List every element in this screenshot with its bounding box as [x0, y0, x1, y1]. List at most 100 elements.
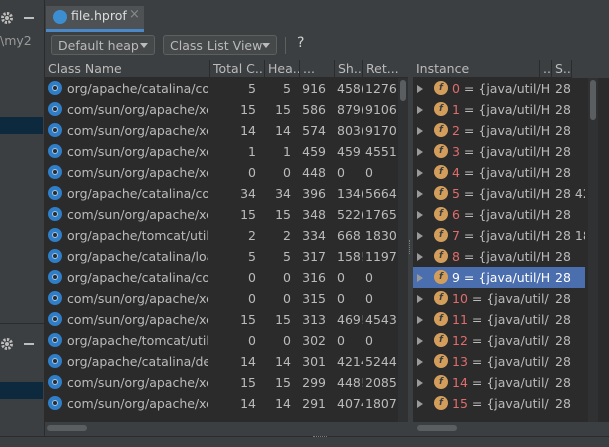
instance-row[interactable]: f 10 = {java/util/28 [413, 288, 585, 309]
table-row[interactable]: org/apache/catalina/dep 14 14 301 42145244 [45, 351, 398, 372]
expand-arrow-icon[interactable] [417, 295, 423, 303]
tab-file-hprof[interactable]: file.hprof × [46, 6, 144, 32]
scrollbar-thumb[interactable] [400, 80, 406, 101]
help-icon[interactable]: ? [297, 35, 304, 51]
table-row[interactable]: com/sun/org/apache/xer 14 14 291 40741807 [45, 393, 398, 414]
expand-arrow-icon[interactable] [417, 148, 423, 156]
instance-index: 5 [452, 186, 460, 201]
instance-row[interactable]: f 14 = {java/util/28 [413, 372, 585, 393]
table-cell: 15 [240, 312, 256, 327]
gear-icon[interactable] [0, 337, 14, 351]
table-row[interactable]: com/sun/org/apache/xer 15 15 586 879(9106 [45, 99, 398, 120]
expand-arrow-icon[interactable] [417, 358, 423, 366]
table-cell: org/apache/catalina/core [67, 186, 208, 201]
table-row[interactable]: org/apache/tomcat/util/r 0 0 302 0 0 [45, 330, 398, 351]
table-row[interactable]: com/sun/org/apache/xer 0 0 315 0 0 [45, 288, 398, 309]
instance-size: 28 42 [555, 186, 585, 201]
table-row[interactable]: com/sun/org/apache/xer 15 15 299 448! 2085 [45, 372, 398, 393]
column-shallow[interactable]: S... [552, 60, 572, 78]
table-cell: 0 [337, 165, 345, 180]
table-cell: org/apache/catalina/dep [67, 354, 208, 369]
table-row[interactable]: com/sun/org/apache/xer 14 14 574 803(9170 [45, 120, 398, 141]
instance-index: 13 [452, 354, 468, 369]
expand-arrow-icon[interactable] [417, 211, 423, 219]
instance-row[interactable]: f 15 = {java/util/28 [413, 393, 585, 414]
expand-arrow-icon[interactable] [417, 232, 423, 240]
instance-row[interactable]: f7 = {java/util/H 1(28 18 [413, 225, 585, 246]
table-cell: 5 [248, 81, 256, 96]
column-retained-size[interactable]: Ret... [363, 60, 412, 78]
table-row[interactable]: org/apache/catalina/core 5 5 916 458(1276 [45, 78, 398, 99]
table-cell: 0 [337, 291, 345, 306]
expand-arrow-icon[interactable] [417, 379, 423, 387]
column-total-count[interactable]: Total C... [210, 60, 265, 78]
table-cell: 291 [302, 396, 326, 411]
instance-name: 6 = {java/util/H [452, 204, 555, 225]
instance-row[interactable]: f0 = {java/util/H 28 [413, 78, 585, 99]
table-cell: 5664 [365, 186, 397, 201]
scrollbar-thumb[interactable] [590, 80, 596, 120]
view-select[interactable]: Class List View [163, 35, 277, 55]
instance-list-hscrollbar[interactable] [413, 422, 609, 434]
hide-icon[interactable] [24, 343, 34, 345]
selected-row[interactable] [0, 117, 43, 134]
column-class-name[interactable]: Class Name [45, 60, 210, 78]
table-row[interactable]: com/sun/org/apache/xer 0 0 448 0 0 [45, 162, 398, 183]
selected-row[interactable] [0, 382, 43, 399]
table-row[interactable]: com/sun/org/apache/xer 1 1 459 459 4551 [45, 141, 398, 162]
table-row[interactable]: org/apache/catalina/core 34 34 396 134(5664 [45, 183, 398, 204]
expand-arrow-icon[interactable] [417, 337, 423, 345]
expand-arrow-icon[interactable] [417, 85, 423, 93]
expand-arrow-icon[interactable] [417, 316, 423, 324]
table-cell: com/sun/org/apache/xer [67, 123, 208, 138]
scrollbar-thumb[interactable] [47, 425, 87, 431]
table-row[interactable]: org/apache/tomcat/util/r 2 2 334 668 1830 [45, 225, 398, 246]
instance-row[interactable]: f2 = {java/util/H 28 [413, 120, 585, 141]
instance-row[interactable]: f 13 = {java/util/28 [413, 351, 585, 372]
class-list-hscrollbar[interactable] [45, 422, 412, 434]
column-depth[interactable]: ... [540, 60, 552, 78]
instance-row[interactable]: f5 = {java/util/H 1(28 42 [413, 183, 585, 204]
table-row[interactable]: com/sun/org/apache/xer 15 15 348 522(1765 [45, 204, 398, 225]
close-icon[interactable]: × [129, 7, 140, 22]
instance-value: = {java/util/H [459, 270, 551, 285]
class-icon [48, 291, 62, 305]
table-row[interactable]: org/apache/catalina/load 5 5 317 158! 1197 [45, 246, 398, 267]
expand-arrow-icon[interactable] [417, 190, 423, 198]
class-icon [48, 186, 62, 200]
instance-index: 6 [452, 207, 460, 222]
column-instance[interactable]: Instance [413, 60, 540, 78]
instance-row[interactable]: f6 = {java/util/H 28 [413, 204, 585, 225]
expand-arrow-icon[interactable] [417, 169, 423, 177]
gear-icon[interactable] [0, 11, 14, 25]
table-cell: 15 [275, 375, 291, 390]
expand-arrow-icon[interactable] [417, 274, 423, 282]
table-row[interactable]: org/apache/catalina/con 0 0 316 0 0 [45, 267, 398, 288]
class-list-scrollbar[interactable] [398, 78, 408, 422]
scrollbar-thumb[interactable] [417, 425, 457, 431]
table-cell: 14 [240, 396, 256, 411]
instance-row[interactable]: f 11 = {java/util/28 [413, 309, 585, 330]
expand-arrow-icon[interactable] [417, 400, 423, 408]
instance-row[interactable]: f 12 = {java/util/28 [413, 330, 585, 351]
expand-arrow-icon[interactable] [417, 106, 423, 114]
instance-row[interactable]: f9 = {java/util/H 28 [413, 267, 585, 288]
resize-grip[interactable] [313, 436, 327, 440]
instance-row[interactable]: f3 = {java/util/H 28 [413, 141, 585, 162]
hide-icon[interactable] [24, 17, 34, 19]
expand-arrow-icon[interactable] [417, 127, 423, 135]
column-shallow-size[interactable]: Sh... [335, 60, 363, 78]
table-row[interactable]: com/sun/org/apache/xer 15 15 313 469! 4543 [45, 309, 398, 330]
column-heap-count[interactable]: Hea... [265, 60, 300, 78]
expand-arrow-icon[interactable] [417, 253, 423, 261]
table-cell: 316 [302, 270, 326, 285]
instance-row[interactable]: f1 = {java/util/H 28 [413, 99, 585, 120]
instance-row[interactable]: f4 = {java/util/H 28 [413, 162, 585, 183]
column-sizeof[interactable]: ... [300, 60, 335, 78]
instance-row[interactable]: f8 = {java/util/H 28 [413, 246, 585, 267]
instance-index: 1 [452, 102, 460, 117]
splitter-grip[interactable] [409, 240, 412, 254]
instance-list-scrollbar[interactable] [588, 78, 598, 422]
table-cell: 4551 [365, 144, 397, 159]
heap-select[interactable]: Default heap [51, 35, 155, 55]
